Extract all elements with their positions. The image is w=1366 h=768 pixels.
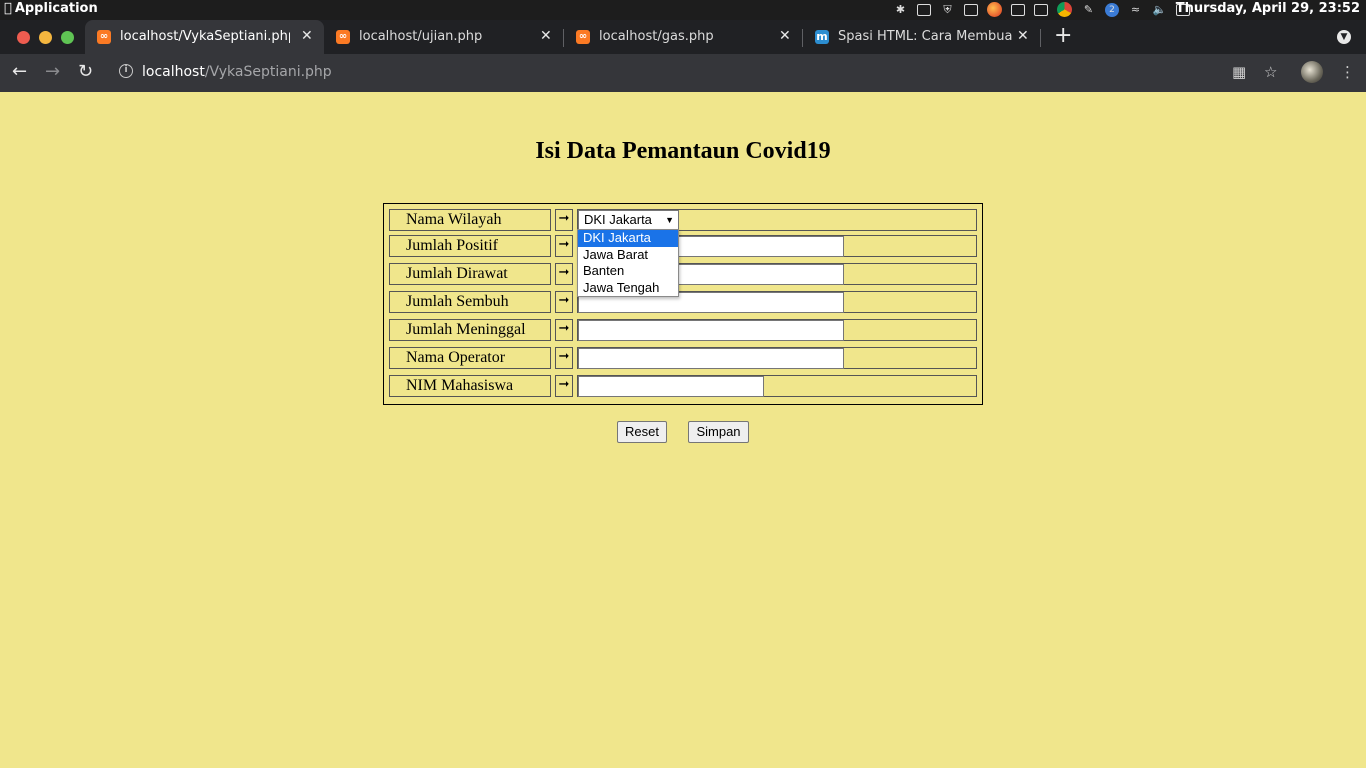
system-tray: ✱ ⛨ ✎ 2 ≈ 🔈 xyxy=(893,2,1190,17)
os-clock[interactable]: Thursday, April 29, 23:52 xyxy=(1176,1,1360,16)
tab-title: localhost/gas.php xyxy=(599,29,714,44)
arrow-icon: ➞ xyxy=(555,319,573,341)
arrow-icon: ➞ xyxy=(555,347,573,369)
label-jumlah-dirawat: Jumlah Dirawat xyxy=(389,263,551,285)
tab-title: localhost/ujian.php xyxy=(359,29,483,44)
tab-title: localhost/VykaSeptiani.php xyxy=(120,29,290,44)
label-nim-mahasiswa: NIM Mahasiswa xyxy=(389,375,551,397)
chevron-down-icon: ▼ xyxy=(665,215,674,225)
bookmark-star-icon[interactable]: ☆ xyxy=(1264,63,1277,81)
url-host: localhost xyxy=(142,64,205,80)
jumlah-meninggal-input[interactable] xyxy=(578,320,844,341)
wilayah-option[interactable]: Banten xyxy=(578,263,678,280)
forward-arrow-icon[interactable]: → xyxy=(45,62,60,82)
notification-badge-icon[interactable]: 2 xyxy=(1105,2,1119,17)
url-path: /VykaSeptiani.php xyxy=(204,64,332,80)
wilayah-dropdown-list: DKI Jakarta Jawa Barat Banten Jawa Tenga… xyxy=(577,229,679,297)
wilayah-selected-value: DKI Jakarta xyxy=(584,212,652,227)
wilayah-option[interactable]: DKI Jakarta xyxy=(578,230,678,247)
tab-close-icon[interactable]: ✕ xyxy=(1017,28,1029,44)
value-cell xyxy=(577,319,977,341)
label-nama-operator: Nama Operator xyxy=(389,347,551,369)
site-info-icon[interactable]: i xyxy=(119,64,133,78)
wilayah-select[interactable]: DKI Jakarta ▼ xyxy=(578,210,679,230)
arrow-icon: ➞ xyxy=(555,235,573,257)
clipboard-icon[interactable] xyxy=(917,3,931,16)
arrow-icon: ➞ xyxy=(555,209,573,231)
bluetooth-icon[interactable]: ✱ xyxy=(893,2,908,17)
chrome-icon[interactable] xyxy=(1057,2,1072,17)
data-form-table: Nama Wilayah ➞ DKI Jakarta ▼ Jumlah Posi… xyxy=(383,203,983,405)
qr-code-icon[interactable]: ▦ xyxy=(1232,63,1246,81)
wifi-icon[interactable]: ≈ xyxy=(1128,2,1143,17)
volume-icon[interactable]: 🔈 xyxy=(1152,2,1167,17)
xampp-favicon-icon: ∞ xyxy=(336,30,350,44)
firefox-icon[interactable] xyxy=(987,2,1002,17)
site-favicon-icon: m xyxy=(815,30,829,44)
wilayah-option[interactable]: Jawa Tengah xyxy=(578,280,678,297)
address-bar[interactable]: localhost/VykaSeptiani.php xyxy=(142,64,332,80)
value-cell xyxy=(577,347,977,369)
simpan-button[interactable]: Simpan xyxy=(688,421,749,443)
tab-strip: ∞ localhost/VykaSeptiani.php ✕ ∞ localho… xyxy=(0,20,1366,54)
tab-close-icon[interactable]: ✕ xyxy=(301,28,313,44)
apple-icon:  xyxy=(4,1,12,16)
more-menu-icon[interactable]: ⋮ xyxy=(1340,63,1355,81)
tab-spasi-html[interactable]: m Spasi HTML: Cara Membuat Sp ✕ xyxy=(803,20,1041,54)
new-tab-plus-icon[interactable]: + xyxy=(1054,25,1072,47)
tab-search-chevron-icon[interactable]: ▼ xyxy=(1337,30,1351,44)
label-jumlah-sembuh: Jumlah Sembuh xyxy=(389,291,551,313)
tab-vykaseptiani[interactable]: ∞ localhost/VykaSeptiani.php ✕ xyxy=(85,20,324,54)
tab-close-icon[interactable]: ✕ xyxy=(540,28,552,44)
page-title: Isi Data Pemantaun Covid19 xyxy=(535,138,831,164)
page-content: Isi Data Pemantaun Covid19 Nama Wilayah … xyxy=(0,92,1366,768)
value-cell: DKI Jakarta ▼ xyxy=(577,209,977,231)
xampp-favicon-icon: ∞ xyxy=(97,30,111,44)
label-jumlah-meninggal: Jumlah Meninggal xyxy=(389,319,551,341)
xampp-favicon-icon: ∞ xyxy=(576,30,590,44)
nama-operator-input[interactable] xyxy=(578,348,844,369)
arrow-icon: ➞ xyxy=(555,263,573,285)
reload-icon[interactable]: ↻ xyxy=(78,62,93,82)
shield-icon[interactable]: ⛨ xyxy=(940,2,955,17)
tab-close-icon[interactable]: ✕ xyxy=(779,28,791,44)
label-nama-wilayah: Nama Wilayah xyxy=(389,209,551,231)
arrow-icon: ➞ xyxy=(555,375,573,397)
wilayah-option[interactable]: Jawa Barat xyxy=(578,247,678,264)
nim-mahasiswa-input[interactable] xyxy=(578,376,764,397)
arrow-icon: ➞ xyxy=(555,291,573,313)
app-menu[interactable]:  Application xyxy=(4,1,98,16)
value-cell xyxy=(577,375,977,397)
os-top-bar:  Application ✱ ⛨ ✎ 2 ≈ 🔈 Thursday, Apri… xyxy=(0,0,1366,20)
profile-avatar[interactable] xyxy=(1301,61,1323,83)
reset-button[interactable]: Reset xyxy=(617,421,667,443)
app-name: Application xyxy=(7,1,98,16)
window-maximize-icon[interactable] xyxy=(61,31,74,44)
tab-title: Spasi HTML: Cara Membuat Sp xyxy=(838,29,1012,44)
tab-gas[interactable]: ∞ localhost/gas.php ✕ xyxy=(564,20,803,54)
tab-ujian[interactable]: ∞ localhost/ujian.php ✕ xyxy=(324,20,564,54)
back-arrow-icon[interactable]: ← xyxy=(12,62,27,82)
tab-separator xyxy=(1040,29,1041,47)
screen-icon[interactable] xyxy=(964,3,978,16)
terminal-icon[interactable] xyxy=(1034,3,1048,16)
browser-toolbar: ← → ↻ i localhost/VykaSeptiani.php ▦ ☆ ⋮ xyxy=(0,54,1366,92)
window-close-icon[interactable] xyxy=(17,31,30,44)
window-minimize-icon[interactable] xyxy=(39,31,52,44)
pen-icon[interactable]: ✎ xyxy=(1081,2,1096,17)
label-jumlah-positif: Jumlah Positif xyxy=(389,235,551,257)
folder-icon[interactable] xyxy=(1011,3,1025,16)
